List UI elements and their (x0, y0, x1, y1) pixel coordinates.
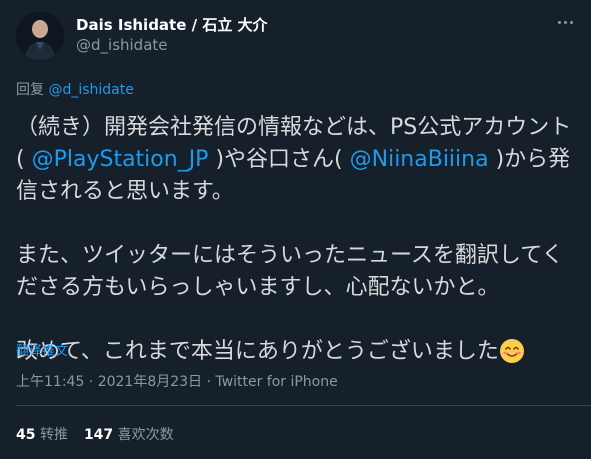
likes-label: 喜欢次数 (117, 427, 174, 443)
author-handle[interactable]: @d_ishidate (76, 36, 168, 54)
tweet-timestamp[interactable]: 上午11:45 · 2021年8月23日 · Twitter for iPhon… (16, 371, 338, 391)
reply-prefix: 回复 (16, 82, 44, 98)
retweets-label: 转推 (39, 427, 68, 443)
author-name[interactable]: Dais Ishidate / 石立 大介 (76, 14, 268, 35)
likes-count: 147 (83, 427, 114, 443)
tweet-paragraph-3: 改めて、これまで本当にありがとうございました (16, 336, 576, 368)
tweet-paragraph-2: また、ツイッターにはそういったニュースを翻訳してくださる方もいらっしゃいますし、… (16, 243, 564, 300)
tweet-paragraph-1: （続き）開発会社発信の情報などは、PS公式アカウント( @PlayStation… (16, 112, 576, 208)
more-dot (563, 20, 567, 24)
more-dot (569, 20, 573, 24)
likes-stat[interactable]: 147 喜欢次数 (84, 427, 174, 443)
tweet-text: （続き）開発会社発信の情報などは、PS公式アカウント( @PlayStation… (16, 112, 576, 368)
retweets-count: 45 (16, 427, 36, 443)
retweets-stat[interactable]: 45 转推 (16, 427, 68, 443)
smiling-face-icon (499, 338, 525, 364)
divider (16, 405, 591, 406)
reply-mention-link[interactable]: @d_ishidate (48, 82, 133, 98)
reply-context: 回复 @d_ishidate (16, 79, 134, 99)
more-dot (557, 20, 561, 24)
avatar[interactable] (16, 12, 64, 60)
text-segment: 改めて、これまで本当にありがとうございました (16, 339, 499, 364)
text-segment: )や谷口さん( (215, 147, 343, 172)
translate-tweet-link[interactable]: 翻译推文 (16, 340, 68, 359)
engagement-stats: 45 转推 147 喜欢次数 (16, 424, 174, 444)
mention-playstation-jp[interactable]: @PlayStation_JP (32, 147, 209, 172)
more-icon[interactable] (553, 12, 577, 32)
mention-niinabiiina[interactable]: @NiinaBiiina (350, 147, 489, 172)
